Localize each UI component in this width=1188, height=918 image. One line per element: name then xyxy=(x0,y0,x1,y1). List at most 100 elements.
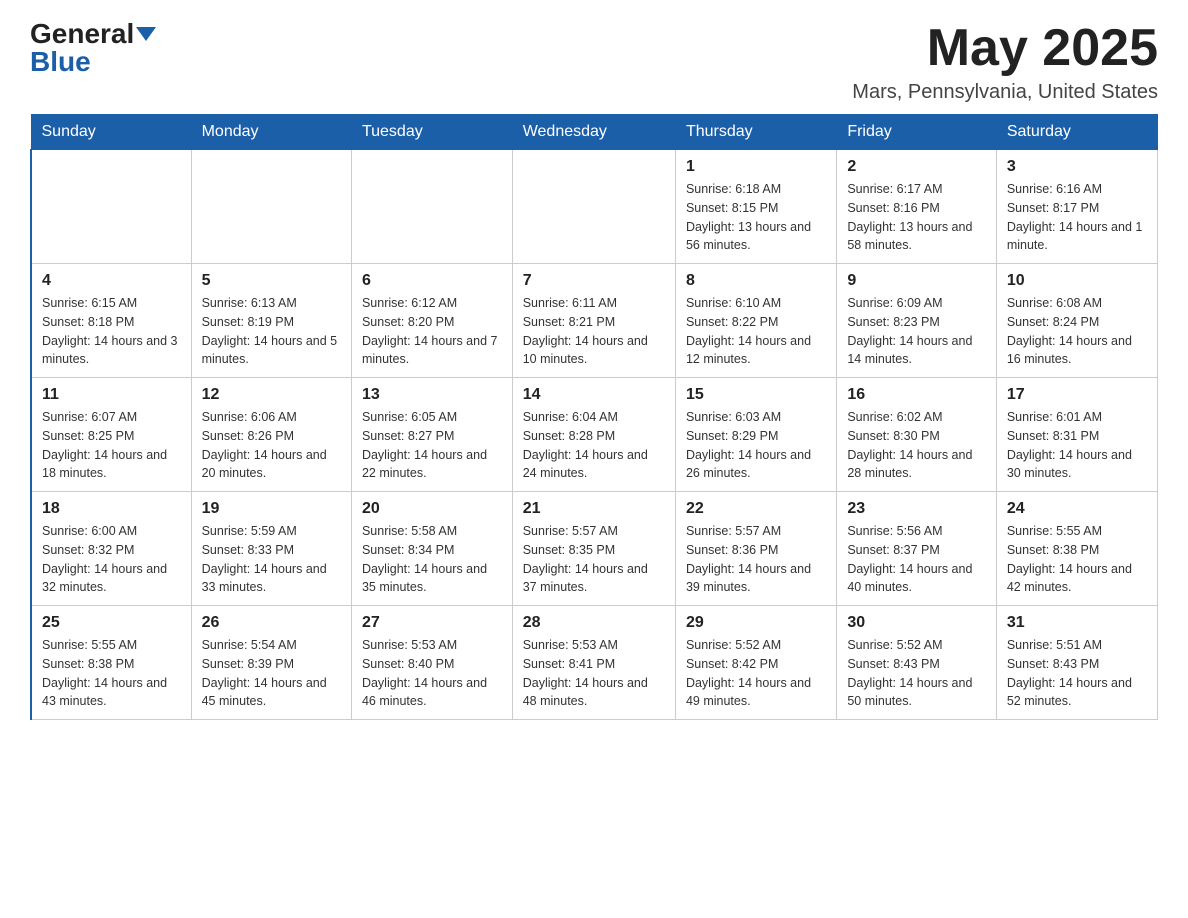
day-number: 3 xyxy=(1007,158,1147,176)
title-area: May 2025 Mars, Pennsylvania, United Stat… xyxy=(852,20,1158,104)
calendar-cell: 11Sunrise: 6:07 AM Sunset: 8:25 PM Dayli… xyxy=(31,378,191,492)
day-info: Sunrise: 6:00 AM Sunset: 8:32 PM Dayligh… xyxy=(42,522,181,597)
day-number: 1 xyxy=(686,158,826,176)
calendar-cell: 4 Sunrise: 6:15 AM Sunset: 8:18 PM Daylig… xyxy=(31,264,191,378)
calendar-cell: 18 Sunrise: 6:00 AM Sunset: 8:32 PM Dayli… xyxy=(31,492,191,606)
day-number: 7 xyxy=(523,272,665,290)
calendar-cell: 10Sunrise: 6:08 AM Sunset: 8:24 PM Dayli… xyxy=(996,264,1157,378)
day-number: 4 xyxy=(42,272,181,290)
day-number: 25 xyxy=(42,614,181,632)
day-info: Sunrise: 6:01 AM Sunset: 8:31 PM Dayligh… xyxy=(1007,408,1147,483)
calendar-cell: 2Sunrise: 6:17 AM Sunset: 8:16 PM Daylig… xyxy=(837,150,997,264)
calendar-week-row: 11Sunrise: 6:07 AM Sunset: 8:25 PM Dayli… xyxy=(31,378,1158,492)
day-info: Sunrise: 6:15 AM Sunset: 8:18 PM Dayligh… xyxy=(42,294,181,369)
day-number: 18 xyxy=(42,500,181,518)
calendar-cell: 19Sunrise: 5:59 AM Sunset: 8:33 PM Dayli… xyxy=(191,492,351,606)
day-number: 19 xyxy=(202,500,341,518)
day-number: 22 xyxy=(686,500,826,518)
day-number: 27 xyxy=(362,614,502,632)
day-info: Sunrise: 5:53 AM Sunset: 8:41 PM Dayligh… xyxy=(523,636,665,711)
day-info: Sunrise: 6:03 AM Sunset: 8:29 PM Dayligh… xyxy=(686,408,826,483)
calendar-cell: 26 Sunrise: 5:54 AM Sunset: 8:39 PM Dayli… xyxy=(191,606,351,720)
day-number: 29 xyxy=(686,614,826,632)
day-info: Sunrise: 5:55 AM Sunset: 8:38 PM Dayligh… xyxy=(1007,522,1147,597)
header-friday: Friday xyxy=(837,115,997,150)
day-number: 9 xyxy=(847,272,986,290)
day-number: 16 xyxy=(847,386,986,404)
calendar-cell: 30 Sunrise: 5:52 AM Sunset: 8:43 PM Dayli… xyxy=(837,606,997,720)
logo: General Blue xyxy=(30,20,156,76)
day-number: 24 xyxy=(1007,500,1147,518)
calendar-cell xyxy=(512,150,675,264)
day-info: Sunrise: 6:18 AM Sunset: 8:15 PM Dayligh… xyxy=(686,180,826,255)
day-number: 30 xyxy=(847,614,986,632)
calendar-cell: 8 Sunrise: 6:10 AM Sunset: 8:22 PM Daylig… xyxy=(675,264,836,378)
day-info: Sunrise: 6:09 AM Sunset: 8:23 PM Dayligh… xyxy=(847,294,986,369)
day-info: Sunrise: 5:52 AM Sunset: 8:43 PM Dayligh… xyxy=(847,636,986,711)
day-number: 2 xyxy=(847,158,986,176)
calendar-cell: 25 Sunrise: 5:55 AM Sunset: 8:38 PM Dayli… xyxy=(31,606,191,720)
calendar-cell: 29 Sunrise: 5:52 AM Sunset: 8:42 PM Dayli… xyxy=(675,606,836,720)
day-number: 8 xyxy=(686,272,826,290)
calendar-week-row: 18 Sunrise: 6:00 AM Sunset: 8:32 PM Dayli… xyxy=(31,492,1158,606)
header-sunday: Sunday xyxy=(31,115,191,150)
day-info: Sunrise: 5:55 AM Sunset: 8:38 PM Dayligh… xyxy=(42,636,181,711)
day-info: Sunrise: 6:07 AM Sunset: 8:25 PM Dayligh… xyxy=(42,408,181,483)
calendar-cell: 16 Sunrise: 6:02 AM Sunset: 8:30 PM Dayli… xyxy=(837,378,997,492)
calendar-cell: 28 Sunrise: 5:53 AM Sunset: 8:41 PM Dayli… xyxy=(512,606,675,720)
calendar-cell xyxy=(191,150,351,264)
calendar-table: SundayMondayTuesdayWednesdayThursdayFrid… xyxy=(30,114,1158,720)
header-thursday: Thursday xyxy=(675,115,836,150)
calendar-cell: 21Sunrise: 5:57 AM Sunset: 8:35 PM Dayli… xyxy=(512,492,675,606)
calendar-cell xyxy=(31,150,191,264)
calendar-week-row: 1 Sunrise: 6:18 AM Sunset: 8:15 PM Daylig… xyxy=(31,150,1158,264)
day-info: Sunrise: 5:58 AM Sunset: 8:34 PM Dayligh… xyxy=(362,522,502,597)
calendar-header-row: SundayMondayTuesdayWednesdayThursdayFrid… xyxy=(31,115,1158,150)
day-number: 15 xyxy=(686,386,826,404)
calendar-subtitle: Mars, Pennsylvania, United States xyxy=(852,81,1158,104)
day-info: Sunrise: 5:51 AM Sunset: 8:43 PM Dayligh… xyxy=(1007,636,1147,711)
calendar-week-row: 4 Sunrise: 6:15 AM Sunset: 8:18 PM Daylig… xyxy=(31,264,1158,378)
calendar-cell: 6Sunrise: 6:12 AM Sunset: 8:20 PM Daylig… xyxy=(351,264,512,378)
calendar-cell xyxy=(351,150,512,264)
day-number: 5 xyxy=(202,272,341,290)
day-info: Sunrise: 6:04 AM Sunset: 8:28 PM Dayligh… xyxy=(523,408,665,483)
calendar-cell: 3 Sunrise: 6:16 AM Sunset: 8:17 PM Daylig… xyxy=(996,150,1157,264)
day-info: Sunrise: 6:16 AM Sunset: 8:17 PM Dayligh… xyxy=(1007,180,1147,255)
header-monday: Monday xyxy=(191,115,351,150)
day-info: Sunrise: 5:53 AM Sunset: 8:40 PM Dayligh… xyxy=(362,636,502,711)
day-number: 17 xyxy=(1007,386,1147,404)
day-info: Sunrise: 6:08 AM Sunset: 8:24 PM Dayligh… xyxy=(1007,294,1147,369)
day-info: Sunrise: 6:10 AM Sunset: 8:22 PM Dayligh… xyxy=(686,294,826,369)
day-info: Sunrise: 6:02 AM Sunset: 8:30 PM Dayligh… xyxy=(847,408,986,483)
day-info: Sunrise: 6:11 AM Sunset: 8:21 PM Dayligh… xyxy=(523,294,665,369)
calendar-cell: 5 Sunrise: 6:13 AM Sunset: 8:19 PM Daylig… xyxy=(191,264,351,378)
calendar-cell: 9 Sunrise: 6:09 AM Sunset: 8:23 PM Daylig… xyxy=(837,264,997,378)
day-number: 28 xyxy=(523,614,665,632)
calendar-cell: 12 Sunrise: 6:06 AM Sunset: 8:26 PM Dayli… xyxy=(191,378,351,492)
calendar-title: May 2025 xyxy=(852,20,1158,77)
day-number: 31 xyxy=(1007,614,1147,632)
logo-triangle-icon xyxy=(136,27,156,41)
calendar-cell: 14Sunrise: 6:04 AM Sunset: 8:28 PM Dayli… xyxy=(512,378,675,492)
calendar-cell: 24 Sunrise: 5:55 AM Sunset: 8:38 PM Dayli… xyxy=(996,492,1157,606)
day-number: 12 xyxy=(202,386,341,404)
day-info: Sunrise: 6:05 AM Sunset: 8:27 PM Dayligh… xyxy=(362,408,502,483)
day-info: Sunrise: 5:52 AM Sunset: 8:42 PM Dayligh… xyxy=(686,636,826,711)
day-number: 26 xyxy=(202,614,341,632)
calendar-cell: 22 Sunrise: 5:57 AM Sunset: 8:36 PM Dayli… xyxy=(675,492,836,606)
header-tuesday: Tuesday xyxy=(351,115,512,150)
calendar-cell: 15 Sunrise: 6:03 AM Sunset: 8:29 PM Dayli… xyxy=(675,378,836,492)
calendar-cell: 17 Sunrise: 6:01 AM Sunset: 8:31 PM Dayli… xyxy=(996,378,1157,492)
day-info: Sunrise: 6:13 AM Sunset: 8:19 PM Dayligh… xyxy=(202,294,341,369)
day-number: 13 xyxy=(362,386,502,404)
day-info: Sunrise: 5:54 AM Sunset: 8:39 PM Dayligh… xyxy=(202,636,341,711)
calendar-week-row: 25 Sunrise: 5:55 AM Sunset: 8:38 PM Dayli… xyxy=(31,606,1158,720)
day-info: Sunrise: 5:56 AM Sunset: 8:37 PM Dayligh… xyxy=(847,522,986,597)
day-info: Sunrise: 6:06 AM Sunset: 8:26 PM Dayligh… xyxy=(202,408,341,483)
day-info: Sunrise: 6:12 AM Sunset: 8:20 PM Dayligh… xyxy=(362,294,502,369)
calendar-cell: 1 Sunrise: 6:18 AM Sunset: 8:15 PM Daylig… xyxy=(675,150,836,264)
day-info: Sunrise: 5:57 AM Sunset: 8:36 PM Dayligh… xyxy=(686,522,826,597)
calendar-cell: 20Sunrise: 5:58 AM Sunset: 8:34 PM Dayli… xyxy=(351,492,512,606)
calendar-cell: 7 Sunrise: 6:11 AM Sunset: 8:21 PM Daylig… xyxy=(512,264,675,378)
